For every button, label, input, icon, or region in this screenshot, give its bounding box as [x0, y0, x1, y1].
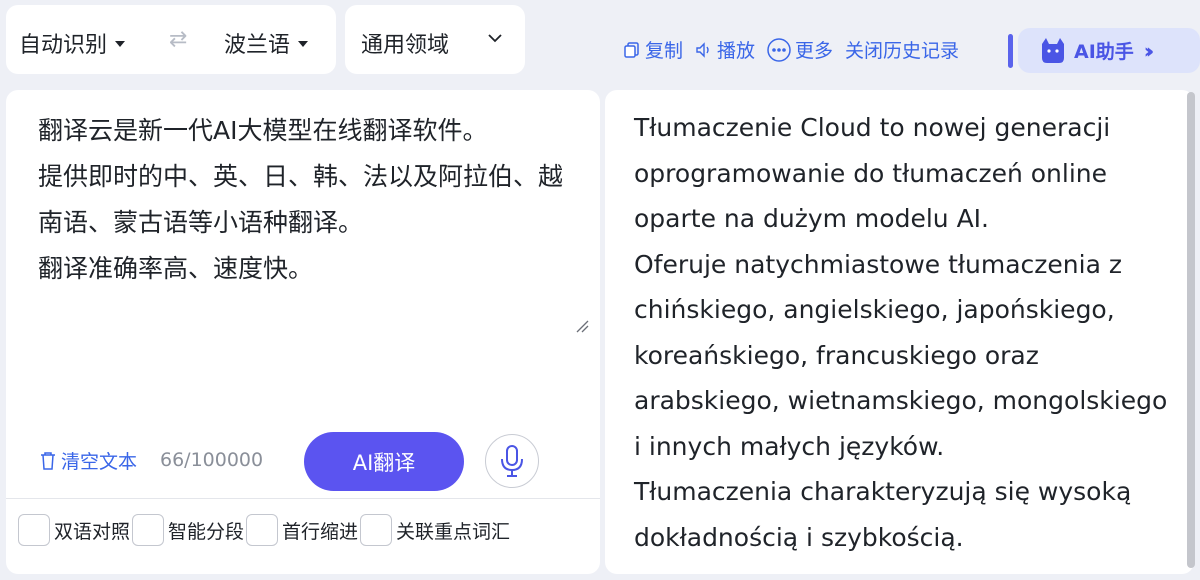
clear-text-label: 清空文本: [61, 451, 138, 473]
source-line-1: 翻译云是新一代AI大模型在线翻译软件。: [38, 116, 488, 145]
source-language-dropdown[interactable]: 自动识别: [19, 27, 126, 59]
play-button[interactable]: 播放: [695, 36, 755, 63]
voice-input-button[interactable]: [485, 434, 539, 488]
ai-cat-icon: [1042, 37, 1064, 63]
target-language-label: 波兰语: [224, 33, 291, 58]
translation-output-text: Tłumaczenie Cloud to nowej generacji opr…: [634, 105, 1174, 560]
option-label: 双语对照: [54, 520, 131, 543]
ai-translate-button[interactable]: AI翻译: [304, 432, 464, 491]
option-label: 首行缩进: [282, 520, 359, 543]
option-key-vocabulary[interactable]: 关联重点词汇: [360, 514, 510, 546]
close-history-button[interactable]: 关闭历史记录: [845, 36, 959, 63]
microphone-icon: [501, 445, 523, 477]
domain-label: 通用领域: [361, 33, 450, 58]
option-first-line-indent[interactable]: 首行缩进: [246, 514, 358, 546]
translation-output-panel: Tłumaczenie Cloud to nowej generacji opr…: [605, 90, 1194, 574]
copy-label: 复制: [645, 40, 684, 62]
output-scrollbar[interactable]: [1187, 92, 1195, 568]
target-para-1: Tłumaczenie Cloud to nowej generacji opr…: [634, 113, 1111, 233]
clear-text-button[interactable]: 清空文本: [39, 447, 137, 474]
ai-assistant-label: AI助手: [1074, 41, 1134, 63]
caret-down-icon: [298, 41, 309, 47]
checkbox[interactable]: [360, 514, 393, 546]
panel-divider: [6, 498, 600, 499]
chevron-down-icon: [488, 34, 502, 43]
source-language-label: 自动识别: [19, 33, 108, 58]
copy-icon: [624, 41, 639, 58]
play-label: 播放: [717, 40, 756, 62]
output-toolbar: 复制 播放 更多 关闭历史记录: [623, 36, 971, 63]
option-bilingual[interactable]: 双语对照: [18, 514, 130, 546]
language-selector: 自动识别 ⇄ 波兰语: [6, 5, 336, 74]
target-language-dropdown[interactable]: 波兰语: [224, 27, 309, 59]
trash-icon: [41, 451, 55, 470]
copy-button[interactable]: 复制: [623, 36, 683, 63]
target-para-3: Tłumaczenia charakteryzują się wysoką do…: [634, 477, 1132, 552]
double-chevron-right-icon: ››: [1143, 38, 1155, 63]
close-history-label: 关闭历史记录: [845, 40, 960, 62]
checkbox[interactable]: [18, 514, 50, 546]
more-button[interactable]: 更多: [767, 36, 833, 63]
checkbox[interactable]: [132, 514, 165, 546]
speaker-icon: [696, 41, 709, 58]
source-line-2: 提供即时的中、英、日、韩、法以及阿拉伯、越南语、蒙古语等小语种翻译。: [38, 162, 564, 237]
option-smart-paragraph[interactable]: 智能分段: [132, 514, 244, 546]
ai-assistant-button[interactable]: AI助手 ››: [1018, 28, 1200, 73]
more-label: 更多: [795, 40, 834, 62]
toolbar-divider: [1008, 34, 1013, 68]
target-para-2: Oferuje natychmiastowe tłumaczenia z chi…: [634, 249, 1168, 461]
source-textarea[interactable]: 翻译云是新一代AI大模型在线翻译软件。 提供即时的中、英、日、韩、法以及阿拉伯、…: [38, 108, 578, 292]
option-label: 智能分段: [168, 520, 245, 543]
resize-handle-icon[interactable]: [573, 317, 589, 333]
domain-dropdown[interactable]: 通用领域: [345, 5, 525, 74]
option-label: 关联重点词汇: [396, 520, 511, 543]
character-counter: 66/100000: [160, 449, 264, 471]
source-line-3: 翻译准确率高、速度快。: [38, 254, 314, 283]
swap-arrows-icon[interactable]: ⇄: [169, 27, 187, 52]
checkbox[interactable]: [246, 514, 279, 546]
more-dots-icon: [767, 37, 791, 62]
translation-options: 双语对照 智能分段 首行缩进 关联重点词汇: [18, 514, 512, 546]
caret-down-icon: [115, 41, 126, 47]
source-panel: 翻译云是新一代AI大模型在线翻译软件。 提供即时的中、英、日、韩、法以及阿拉伯、…: [6, 90, 600, 574]
